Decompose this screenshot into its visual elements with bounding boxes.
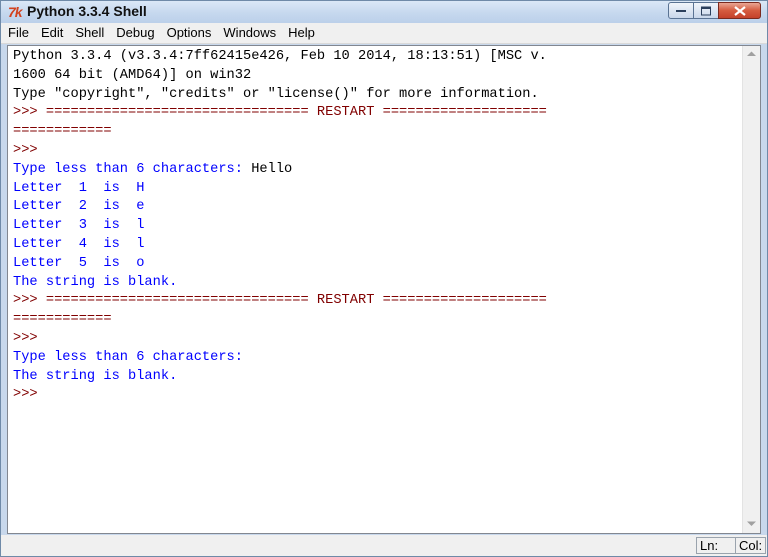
menu-bar: File Edit Shell Debug Options Windows He… bbox=[1, 23, 767, 44]
user-input-text: Hello bbox=[251, 161, 293, 177]
python-shell-window: 7k Python 3.3.4 Shell File Edit Shell De… bbox=[0, 0, 768, 557]
console-line-text: Type "copyright", "credits" or "license(… bbox=[13, 86, 539, 102]
maximize-button[interactable] bbox=[693, 2, 719, 19]
console-line-text: >>> bbox=[13, 330, 38, 346]
console-line-text: ============ bbox=[13, 312, 112, 328]
scroll-down-icon bbox=[747, 521, 756, 526]
console-line-text: Python 3.3.4 (v3.3.4:7ff62415e426, Feb 1… bbox=[13, 49, 547, 64]
console-line: >>> bbox=[13, 142, 741, 161]
console-line: >>> ================================ RES… bbox=[13, 292, 741, 311]
console-line: Type less than 6 characters: Hello bbox=[13, 161, 741, 180]
console-output[interactable]: Python 3.3.4 (v3.3.4:7ff62415e426, Feb 1… bbox=[13, 48, 741, 532]
minimize-button[interactable] bbox=[668, 2, 694, 19]
console-line: Python 3.3.4 (v3.3.4:7ff62415e426, Feb 1… bbox=[13, 48, 741, 67]
title-bar[interactable]: 7k Python 3.3.4 Shell bbox=[1, 1, 767, 23]
console-line-text: Letter 5 is o bbox=[13, 255, 145, 271]
menu-windows[interactable]: Windows bbox=[217, 23, 282, 43]
console-line: Type "copyright", "credits" or "license(… bbox=[13, 86, 741, 105]
scroll-up-button[interactable] bbox=[743, 46, 760, 63]
scroll-up-icon bbox=[747, 51, 756, 56]
console-line-text: Letter 3 is l bbox=[13, 218, 145, 234]
window-controls bbox=[668, 2, 761, 20]
minimize-icon bbox=[676, 9, 686, 12]
console-line-text: Letter 4 is l bbox=[13, 236, 145, 252]
menu-file[interactable]: File bbox=[1, 23, 35, 43]
console-line-text: >>> bbox=[13, 142, 38, 158]
vertical-scrollbar[interactable] bbox=[742, 46, 760, 533]
console-line: The string is blank. bbox=[13, 368, 741, 387]
console-line: The string is blank. bbox=[13, 274, 741, 293]
console-line: Letter 1 is H bbox=[13, 180, 741, 199]
console-line-text: The string is blank. bbox=[13, 368, 178, 384]
console-line: ============ bbox=[13, 123, 741, 142]
console-line: >>> bbox=[13, 330, 741, 349]
menu-edit[interactable]: Edit bbox=[35, 23, 69, 43]
close-icon bbox=[733, 5, 746, 16]
console-line: Letter 3 is l bbox=[13, 217, 741, 236]
scroll-down-button[interactable] bbox=[743, 516, 760, 533]
console-line: Type less than 6 characters: bbox=[13, 349, 741, 368]
console-line-text: ============ bbox=[13, 124, 112, 140]
console-line-text: Letter 2 is e bbox=[13, 199, 145, 215]
console-line-text: Letter 1 is H bbox=[13, 180, 145, 196]
console-line: 1600 64 bit (AMD64)] on win32 bbox=[13, 67, 741, 86]
console-line-text: The string is blank. bbox=[13, 274, 178, 290]
console-line-text: >>> bbox=[13, 387, 38, 403]
console-line: Letter 2 is e bbox=[13, 198, 741, 217]
status-column-number: Col: 4 bbox=[735, 537, 766, 556]
menu-debug[interactable]: Debug bbox=[110, 23, 160, 43]
window-title: Python 3.3.4 Shell bbox=[27, 3, 147, 19]
menu-shell[interactable]: Shell bbox=[69, 23, 110, 43]
console-line-text: Type less than 6 characters: bbox=[13, 161, 252, 177]
shell-text-area[interactable]: Python 3.3.4 (v3.3.4:7ff62415e426, Feb 1… bbox=[7, 45, 761, 534]
console-line-text: Type less than 6 characters: bbox=[13, 349, 243, 365]
console-line: Letter 4 is l bbox=[13, 236, 741, 255]
console-line-text: 1600 64 bit (AMD64)] on win32 bbox=[13, 67, 252, 83]
console-line: >>> bbox=[13, 386, 741, 405]
status-line-number: Ln: 16 bbox=[696, 537, 736, 556]
menu-options[interactable]: Options bbox=[161, 23, 218, 43]
console-line: >>> ================================ RES… bbox=[13, 104, 741, 123]
close-button[interactable] bbox=[718, 2, 761, 19]
maximize-icon bbox=[701, 6, 711, 15]
console-line-text: >>> ================================ RES… bbox=[13, 105, 547, 121]
tk-feather-icon: 7k bbox=[8, 4, 23, 20]
console-line: Letter 5 is o bbox=[13, 255, 741, 274]
console-line-text: >>> ================================ RES… bbox=[13, 293, 547, 309]
console-line: ============ bbox=[13, 311, 741, 330]
menu-help[interactable]: Help bbox=[282, 23, 321, 43]
status-bar: Ln: 16 Col: 4 bbox=[1, 535, 767, 556]
